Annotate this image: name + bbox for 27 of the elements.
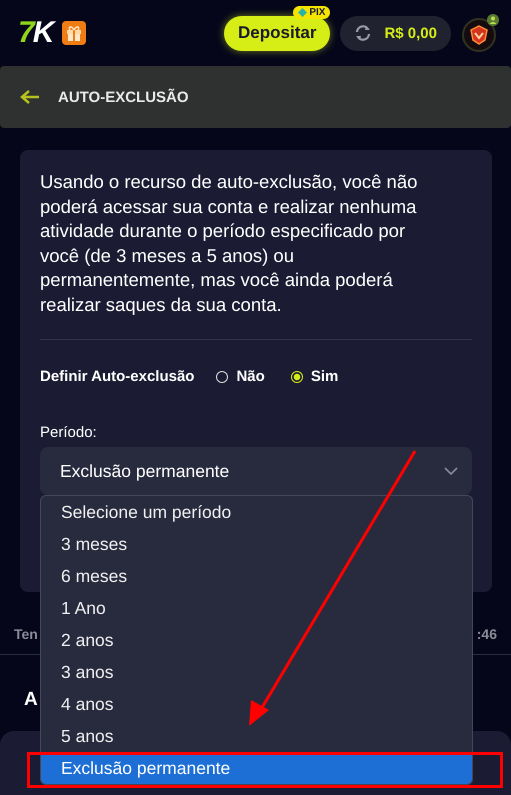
radio-option[interactable]: Sim [290, 368, 338, 385]
dropdown-option[interactable]: 4 anos [41, 688, 472, 720]
radio-option[interactable]: Não [216, 368, 265, 385]
back-arrow-icon[interactable] [20, 89, 40, 105]
dropdown-option[interactable]: 2 anos [41, 624, 472, 656]
deposit-button[interactable]: Depositar [224, 16, 330, 50]
period-select[interactable]: Exclusão permanente [40, 447, 472, 495]
setting-label: Definir Auto-exclusão [40, 368, 194, 385]
dropdown-option[interactable]: Selecione um período [41, 496, 472, 528]
dropdown-option[interactable]: 3 meses [41, 528, 472, 560]
dropdown-option[interactable]: 6 meses [41, 560, 472, 592]
period-label: Período: [40, 424, 98, 441]
logo[interactable]: 7K [18, 18, 52, 48]
dropdown-option[interactable]: Exclusão permanente [41, 752, 472, 784]
gift-icon[interactable] [62, 21, 86, 45]
row-label: Ten [14, 626, 38, 642]
pix-badge: PIX [293, 6, 330, 18]
balance-button[interactable]: R$ 0,00 [340, 16, 451, 50]
refresh-icon [354, 25, 372, 41]
dropdown-option[interactable]: 1 Ano [41, 592, 472, 624]
page-title: AUTO-EXCLUSÃO [58, 88, 189, 106]
dropdown-option[interactable]: 5 anos [41, 720, 472, 752]
row-value: :46 [476, 626, 497, 642]
description-text: Usando o recurso de auto-exclusão, você não poderá acessar sua conta e realizar nenhuma atividade durante o período especificado por você (de 3 meses a 5 anos) ou permanentemente, mas você ainda poderá realizar saques da sua conta. [40, 170, 418, 317]
dropdown-option[interactable]: 3 anos [41, 656, 472, 688]
avatar-icon[interactable] [461, 13, 501, 53]
section-heading: A [24, 689, 38, 711]
